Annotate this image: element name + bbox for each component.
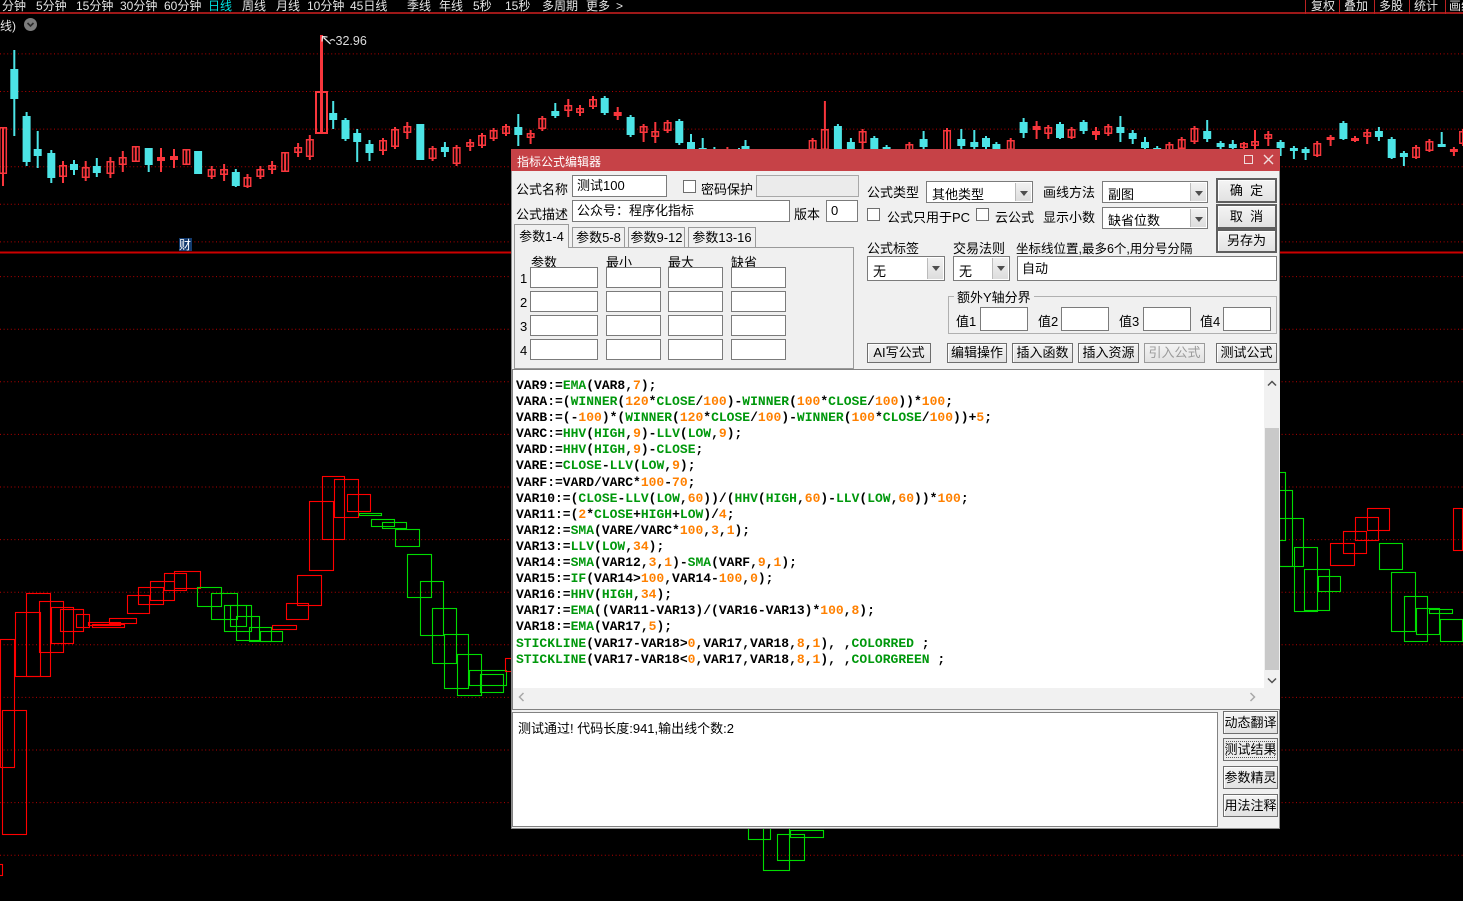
svg-text:财: 财 (179, 238, 191, 252)
svg-text:32.96: 32.96 (336, 34, 367, 48)
